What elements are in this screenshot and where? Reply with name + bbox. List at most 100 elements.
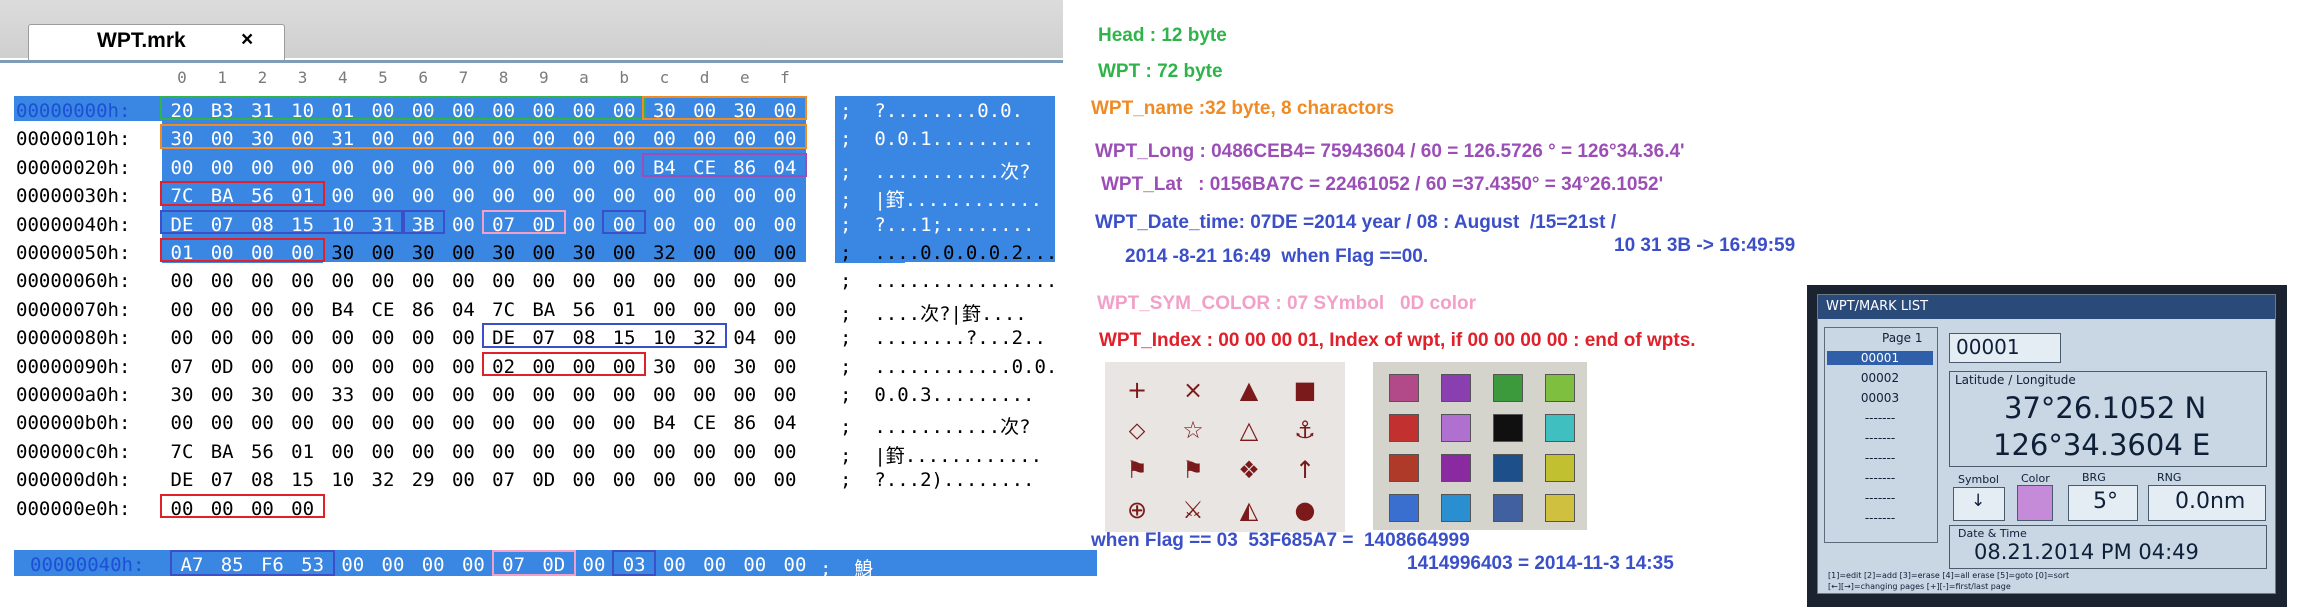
hex-byte[interactable]: 00 xyxy=(685,356,725,378)
hex-byte[interactable]: 30 xyxy=(725,356,765,378)
hex-byte[interactable]: 00 xyxy=(202,299,242,321)
hex-byte[interactable]: 30 xyxy=(323,242,363,264)
hex-byte[interactable]: 00 xyxy=(283,299,323,321)
hex-byte[interactable]: 00 xyxy=(644,299,684,321)
hex-byte[interactable]: 00 xyxy=(443,356,483,378)
waypoint-list-item[interactable]: 00002 xyxy=(1827,371,1933,385)
hex-byte[interactable]: 00 xyxy=(564,270,604,292)
hex-byte[interactable]: 00 xyxy=(765,384,805,406)
hex-byte[interactable]: 07 xyxy=(484,469,524,491)
hex-byte[interactable]: 00 xyxy=(604,384,644,406)
hex-byte[interactable]: 00 xyxy=(202,412,242,434)
hex-byte[interactable]: 00 xyxy=(725,384,765,406)
close-icon[interactable]: × xyxy=(241,28,253,52)
hex-byte[interactable]: 00 xyxy=(162,412,202,434)
hex-byte[interactable]: 00 xyxy=(443,441,483,463)
hex-byte[interactable]: 00 xyxy=(604,469,644,491)
hex-byte[interactable]: 00 xyxy=(685,242,725,264)
hex-byte[interactable]: 00 xyxy=(403,412,443,434)
hex-byte[interactable]: 00 xyxy=(564,384,604,406)
waypoint-list-item[interactable]: 00001 xyxy=(1827,351,1933,365)
hex-byte[interactable]: 00 xyxy=(725,441,765,463)
hex-byte[interactable]: 86 xyxy=(725,412,765,434)
hex-byte[interactable]: 00 xyxy=(242,270,282,292)
hex-byte[interactable]: 30 xyxy=(564,242,604,264)
hex-byte[interactable]: 07 xyxy=(202,469,242,491)
hex-byte[interactable]: 00 xyxy=(524,412,564,434)
color-swatch[interactable] xyxy=(2017,485,2053,521)
hex-byte[interactable]: 00 xyxy=(765,214,805,236)
hex-byte[interactable]: DE xyxy=(162,469,202,491)
hex-byte[interactable]: 00 xyxy=(202,270,242,292)
hex-byte[interactable]: 00 xyxy=(403,185,443,207)
hex-byte[interactable]: 00 xyxy=(685,299,725,321)
hex-byte[interactable]: 08 xyxy=(242,469,282,491)
hex-byte[interactable]: 0D xyxy=(524,469,564,491)
hex-byte[interactable]: 00 xyxy=(604,412,644,434)
hex-byte[interactable]: 04 xyxy=(443,299,483,321)
hex-byte[interactable]: 00 xyxy=(775,554,815,576)
file-tab[interactable]: WPT.mrk × xyxy=(28,24,285,61)
hex-byte[interactable]: 00 xyxy=(323,441,363,463)
hex-byte[interactable]: 00 xyxy=(242,412,282,434)
hex-byte[interactable]: 00 xyxy=(443,412,483,434)
hex-byte[interactable]: 00 xyxy=(363,157,403,179)
hex-byte[interactable]: 29 xyxy=(403,469,443,491)
hex-byte[interactable]: 00 xyxy=(484,412,524,434)
hex-byte[interactable]: 00 xyxy=(403,270,443,292)
hex-byte[interactable]: 00 xyxy=(564,157,604,179)
hex-byte[interactable]: 00 xyxy=(644,214,684,236)
hex-byte[interactable]: 00 xyxy=(443,327,483,349)
hex-byte[interactable]: 56 xyxy=(242,441,282,463)
hex-byte[interactable]: 00 xyxy=(162,299,202,321)
hex-byte[interactable]: 00 xyxy=(484,270,524,292)
hex-byte[interactable]: 00 xyxy=(443,270,483,292)
hex-byte[interactable]: 00 xyxy=(765,270,805,292)
waypoint-list-item[interactable]: 00003 xyxy=(1827,391,1933,405)
hex-byte[interactable]: 00 xyxy=(162,157,202,179)
hex-byte[interactable]: 00 xyxy=(725,270,765,292)
hex-byte[interactable]: 00 xyxy=(363,327,403,349)
hex-byte[interactable]: 00 xyxy=(323,157,363,179)
hex-byte[interactable]: 7C xyxy=(484,299,524,321)
hex-byte[interactable]: 00 xyxy=(685,270,725,292)
hex-byte[interactable]: 00 xyxy=(403,441,443,463)
hex-byte[interactable]: 00 xyxy=(765,441,805,463)
hex-byte[interactable]: 00 xyxy=(604,242,644,264)
hex-byte[interactable]: 00 xyxy=(283,270,323,292)
hex-byte[interactable]: 10 xyxy=(323,469,363,491)
hex-byte[interactable]: 00 xyxy=(695,554,735,576)
hex-byte[interactable]: 00 xyxy=(484,157,524,179)
hex-byte[interactable]: 00 xyxy=(242,327,282,349)
hex-byte[interactable]: 00 xyxy=(725,469,765,491)
hex-byte[interactable]: 00 xyxy=(484,441,524,463)
hex-byte[interactable]: 00 xyxy=(162,270,202,292)
hex-byte[interactable]: 00 xyxy=(443,185,483,207)
hex-byte[interactable]: 00 xyxy=(564,412,604,434)
hex-byte[interactable]: 00 xyxy=(363,270,403,292)
hex-byte[interactable]: 00 xyxy=(685,441,725,463)
hex-byte[interactable]: 30 xyxy=(242,384,282,406)
hex-byte[interactable]: 00 xyxy=(725,185,765,207)
hex-byte[interactable]: 00 xyxy=(644,270,684,292)
hex-byte[interactable]: 00 xyxy=(202,327,242,349)
hex-byte[interactable]: 00 xyxy=(363,356,403,378)
hex-byte[interactable]: 00 xyxy=(604,270,644,292)
waypoint-list-item[interactable]: ------- xyxy=(1827,511,1933,525)
hex-byte[interactable]: 00 xyxy=(202,384,242,406)
waypoint-list-item[interactable]: ------- xyxy=(1827,411,1933,425)
hex-byte[interactable]: 00 xyxy=(373,554,413,576)
hex-byte[interactable]: 00 xyxy=(323,185,363,207)
hex-byte[interactable]: 04 xyxy=(725,327,765,349)
hex-byte[interactable]: 30 xyxy=(403,242,443,264)
hex-byte[interactable]: 00 xyxy=(403,327,443,349)
hex-byte[interactable]: 00 xyxy=(453,554,493,576)
hex-byte[interactable]: 00 xyxy=(484,384,524,406)
waypoint-list-item[interactable]: ------- xyxy=(1827,471,1933,485)
hex-byte[interactable]: 00 xyxy=(323,327,363,349)
hex-byte[interactable]: 00 xyxy=(283,327,323,349)
hex-byte[interactable]: 00 xyxy=(283,384,323,406)
hex-byte[interactable]: 00 xyxy=(735,554,775,576)
hex-byte[interactable]: 00 xyxy=(202,157,242,179)
hex-byte[interactable]: 00 xyxy=(574,554,614,576)
